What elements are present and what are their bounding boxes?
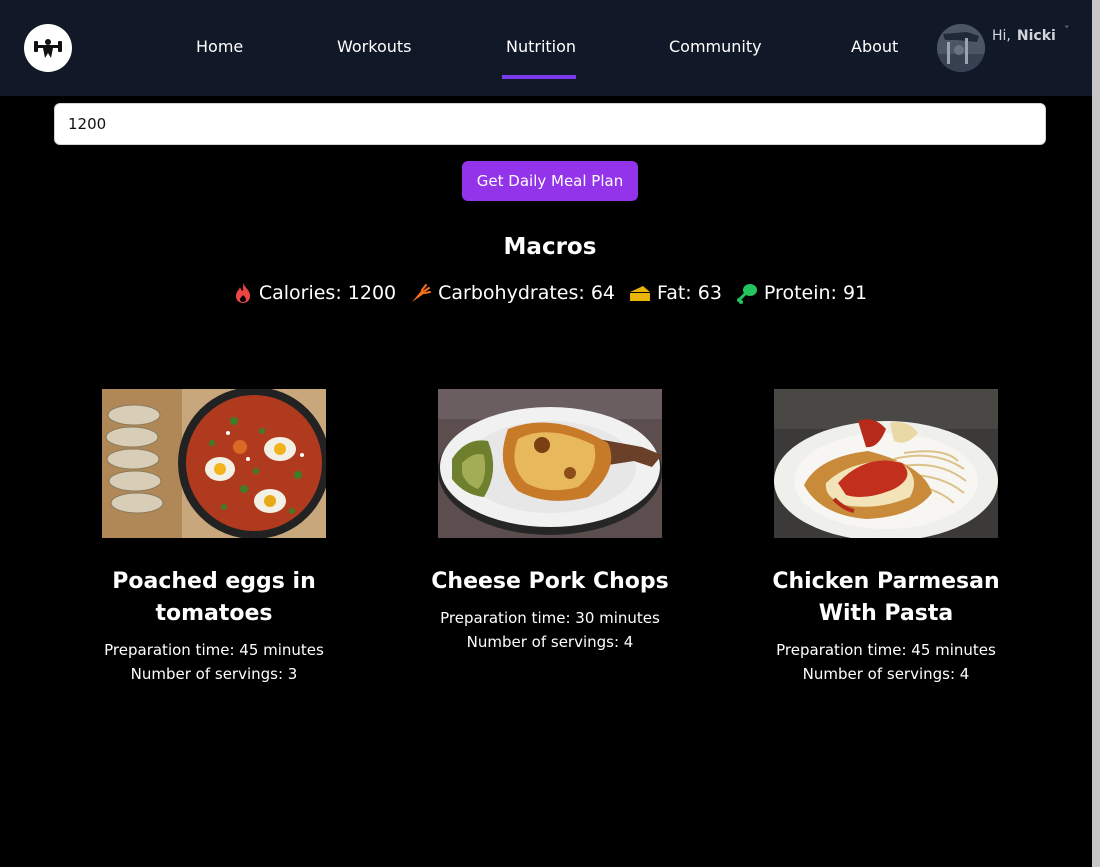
user-name: Nicki <box>1016 28 1056 44</box>
greeting-text: Hi, <box>992 28 1011 44</box>
nav-workouts[interactable]: Workouts <box>337 37 411 56</box>
nav-about[interactable]: About <box>851 37 898 56</box>
get-meal-plan-button[interactable]: Get Daily Meal Plan <box>462 161 638 201</box>
prep-time: Preparation time: 30 minutes <box>440 609 660 627</box>
nav-home[interactable]: Home <box>196 37 243 56</box>
meal-card[interactable]: Giangi's Kitchen© Cheese Pork Chops Prep… <box>431 389 669 654</box>
active-nav-indicator <box>502 75 576 79</box>
meal-card[interactable]: Poached eggs in tomatoes Preparation tim… <box>102 389 326 686</box>
macro-carbohydrates-label: Carbohydrates: 64 <box>438 282 616 304</box>
user-photo-icon <box>937 24 985 72</box>
meal-card[interactable]: Chicken Parmesan With Pasta Preparation … <box>772 389 1000 686</box>
servings: Number of servings: 3 <box>130 665 298 683</box>
meal-title[interactable]: Poached eggs in tomatoes <box>82 566 346 630</box>
meal-title[interactable]: Chicken Parmesan With Pasta <box>754 566 1018 630</box>
macro-fat: Fat: 63 <box>629 282 722 304</box>
meal-image-eggs-tomatoes[interactable] <box>102 389 326 538</box>
avatar[interactable] <box>937 24 985 72</box>
prep-time: Preparation time: 45 minutes <box>776 641 996 659</box>
servings: Number of servings: 4 <box>466 633 634 651</box>
image-caption: Giangi's Kitchen© <box>524 526 577 534</box>
macros-title: Macros <box>503 234 597 260</box>
scrollbar[interactable] <box>1092 0 1100 867</box>
user-menu-chevron-icon[interactable]: ˇ <box>1064 24 1070 37</box>
nav-nutrition[interactable]: Nutrition <box>506 37 576 56</box>
macro-calories-label: Calories: 1200 <box>258 282 397 304</box>
cheese-icon <box>630 286 651 301</box>
meal-title[interactable]: Cheese Pork Chops <box>418 566 682 598</box>
macros-summary: Calories: 1200 Carbohydrates: 64 Fat: 63… <box>0 282 1100 304</box>
nav-community[interactable]: Community <box>669 37 762 56</box>
drumstick-icon <box>736 284 757 304</box>
servings: Number of servings: 4 <box>802 665 970 683</box>
fire-icon <box>235 283 250 303</box>
macro-protein-label: Protein: 91 <box>763 282 868 304</box>
meal-image-chicken-parmesan[interactable] <box>774 389 998 538</box>
macro-protein: Protein: 91 <box>736 282 867 304</box>
weightlifter-logo-icon <box>34 39 62 58</box>
carrot-icon <box>412 284 432 302</box>
meal-info: Preparation time: 45 minutes Number of s… <box>102 638 326 686</box>
calorie-input[interactable] <box>54 103 1046 145</box>
meal-info: Preparation time: 30 minutes Number of s… <box>438 606 662 654</box>
meal-info: Preparation time: 45 minutes Number of s… <box>774 638 998 686</box>
macro-fat-label: Fat: 63 <box>657 282 722 304</box>
macro-calories: Calories: 1200 <box>233 282 396 304</box>
prep-time: Preparation time: 45 minutes <box>104 641 324 659</box>
logo[interactable] <box>24 24 72 72</box>
navbar: Home Workouts Nutrition Community About … <box>0 0 1092 96</box>
user-greeting[interactable]: Hi, Nicki <box>992 28 1056 44</box>
macro-carbohydrates: Carbohydrates: 64 <box>410 282 615 304</box>
meal-image-cheese-pork-chops[interactable]: Giangi's Kitchen© <box>438 389 662 538</box>
